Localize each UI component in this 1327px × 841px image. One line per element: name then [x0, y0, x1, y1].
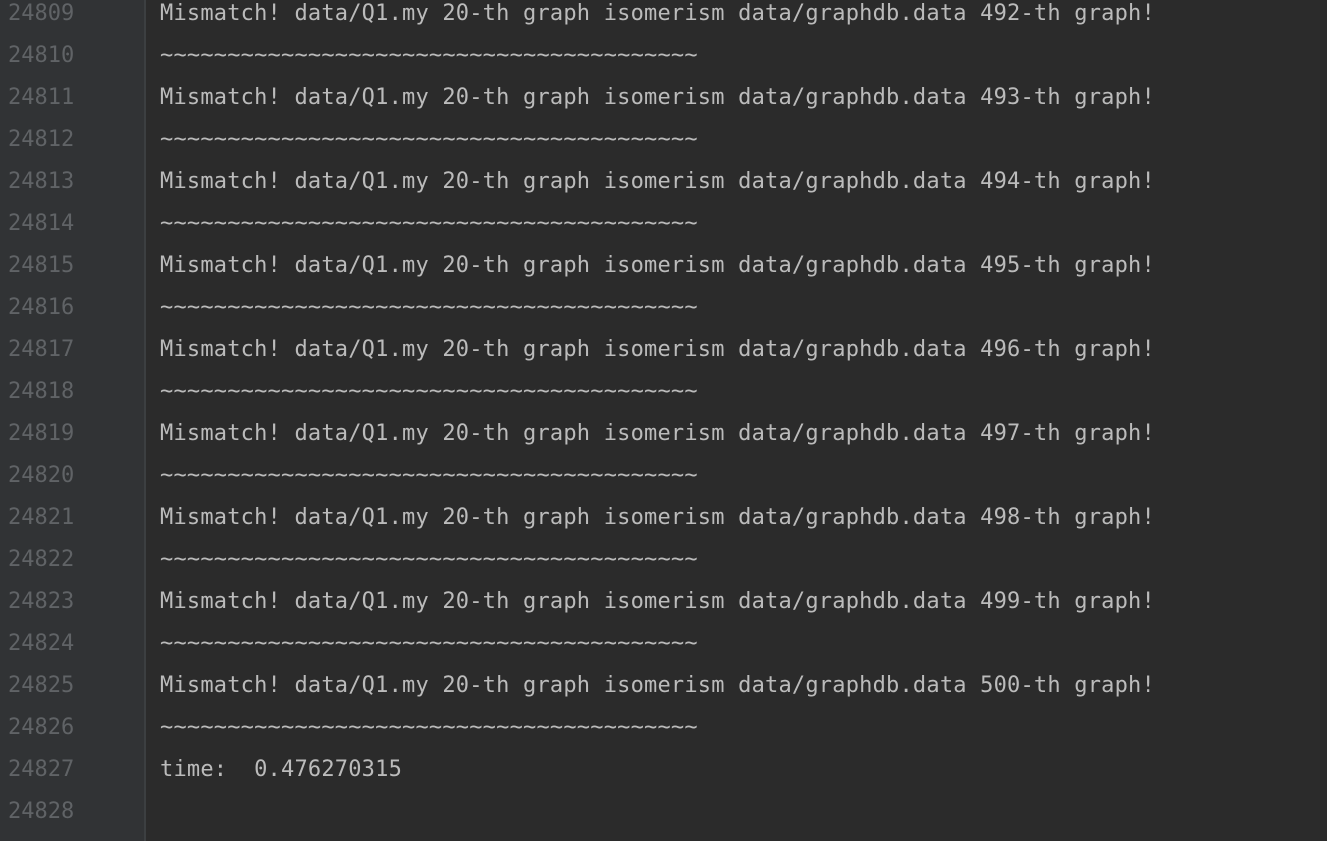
- line-number: 24828: [8, 799, 75, 824]
- editor-window: 24809 24810 24811 24812 24813 24814 2481…: [0, 0, 1327, 841]
- separator-line[interactable]: ~~~~~~~~~~~~~~~~~~~~~~~~~~~~~~~~~~~~~~~~: [160, 539, 698, 581]
- line-number: 24813: [8, 169, 75, 194]
- output-line[interactable]: Mismatch! data/Q1.my 20-th graph isomeri…: [160, 581, 1155, 623]
- line-number: 24823: [8, 589, 75, 614]
- line-number: 24814: [8, 211, 75, 236]
- line-number: 24818: [8, 379, 75, 404]
- line-number: 24827: [8, 757, 75, 782]
- line-number-gutter: 24809 24810 24811 24812 24813 24814 2481…: [0, 0, 146, 841]
- output-line[interactable]: Mismatch! data/Q1.my 20-th graph isomeri…: [160, 665, 1155, 707]
- line-number: 24809: [8, 1, 75, 26]
- time-output-line[interactable]: time: 0.476270315: [160, 749, 402, 791]
- output-text-area[interactable]: Mismatch! data/Q1.my 20-th graph isomeri…: [146, 0, 1327, 841]
- line-number: 24825: [8, 673, 75, 698]
- output-line[interactable]: Mismatch! data/Q1.my 20-th graph isomeri…: [160, 497, 1155, 539]
- line-number: 24824: [8, 631, 75, 656]
- separator-line[interactable]: ~~~~~~~~~~~~~~~~~~~~~~~~~~~~~~~~~~~~~~~~: [160, 119, 698, 161]
- separator-line[interactable]: ~~~~~~~~~~~~~~~~~~~~~~~~~~~~~~~~~~~~~~~~: [160, 203, 698, 245]
- line-number: 24812: [8, 127, 75, 152]
- line-number: 24810: [8, 43, 75, 68]
- line-number: 24817: [8, 337, 75, 362]
- separator-line[interactable]: ~~~~~~~~~~~~~~~~~~~~~~~~~~~~~~~~~~~~~~~~: [160, 623, 698, 665]
- output-line[interactable]: Mismatch! data/Q1.my 20-th graph isomeri…: [160, 413, 1155, 455]
- separator-line[interactable]: ~~~~~~~~~~~~~~~~~~~~~~~~~~~~~~~~~~~~~~~~: [160, 371, 698, 413]
- line-number: 24815: [8, 253, 75, 278]
- output-line[interactable]: Mismatch! data/Q1.my 20-th graph isomeri…: [160, 245, 1155, 287]
- output-line[interactable]: Mismatch! data/Q1.my 20-th graph isomeri…: [160, 0, 1155, 35]
- output-line[interactable]: Mismatch! data/Q1.my 20-th graph isomeri…: [160, 161, 1155, 203]
- line-number: 24826: [8, 715, 75, 740]
- separator-line[interactable]: ~~~~~~~~~~~~~~~~~~~~~~~~~~~~~~~~~~~~~~~~: [160, 707, 698, 749]
- line-number: 24816: [8, 295, 75, 320]
- line-number: 24819: [8, 421, 75, 446]
- line-number: 24821: [8, 505, 75, 530]
- output-line[interactable]: Mismatch! data/Q1.my 20-th graph isomeri…: [160, 77, 1155, 119]
- line-number: 24822: [8, 547, 75, 572]
- line-number: 24811: [8, 85, 75, 110]
- separator-line[interactable]: ~~~~~~~~~~~~~~~~~~~~~~~~~~~~~~~~~~~~~~~~: [160, 287, 698, 329]
- separator-line[interactable]: ~~~~~~~~~~~~~~~~~~~~~~~~~~~~~~~~~~~~~~~~: [160, 35, 698, 77]
- line-number: 24820: [8, 463, 75, 488]
- separator-line[interactable]: ~~~~~~~~~~~~~~~~~~~~~~~~~~~~~~~~~~~~~~~~: [160, 455, 698, 497]
- output-line[interactable]: Mismatch! data/Q1.my 20-th graph isomeri…: [160, 329, 1155, 371]
